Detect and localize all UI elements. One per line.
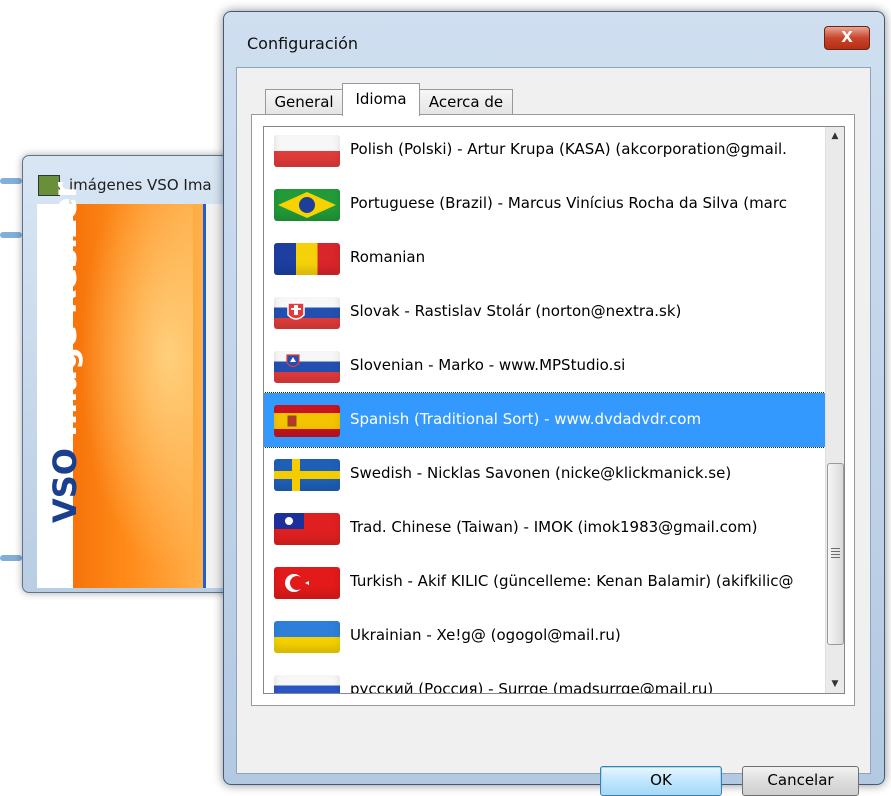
language-label: русский (Россия) - Surrge (madsurrge@mai… <box>350 680 714 694</box>
dialog-client-area: General Idioma Acerca de Polish (Polski)… <box>236 67 871 796</box>
dialog-title: Configuración <box>247 34 359 53</box>
scrollbar-thumb[interactable] <box>827 463 844 645</box>
grip-icon <box>831 548 840 558</box>
list-item[interactable]: Turkish - Akif KILIC (güncelleme: Kenan … <box>264 555 825 609</box>
configuration-dialog: Configuración X General Idioma Acerca de… <box>223 11 885 796</box>
romania-flag-icon <box>274 243 340 275</box>
language-label: Ukrainian - Xe!g@ (ogogol@mail.ru) <box>350 626 621 644</box>
language-list[interactable]: Polish (Polski) - Artur Krupa (KASA) (ak… <box>263 126 845 694</box>
list-item-selected[interactable]: Spanish (Traditional Sort) - www.dvdadvd… <box>264 392 826 448</box>
russia-flag-icon <box>274 675 340 693</box>
close-icon: X <box>841 28 853 46</box>
language-label: Slovak - Rastislav Stolár (norton@nextra… <box>350 302 682 320</box>
list-item[interactable]: Portuguese (Brazil) - Marcus Vinícius Ro… <box>264 177 825 231</box>
language-tab-panel: Polish (Polski) - Artur Krupa (KASA) (ak… <box>251 114 855 706</box>
list-item[interactable]: Slovak - Rastislav Stolár (norton@nextra… <box>264 285 825 339</box>
list-item[interactable]: Romanian <box>264 231 825 285</box>
language-label: Trad. Chinese (Taiwan) - IMOK (imok1983@… <box>350 518 758 536</box>
turkey-flag-icon <box>274 567 340 599</box>
scroll-down-icon[interactable]: ▼ <box>826 675 844 693</box>
banner-logo-text: VSO Image Resizer <box>46 182 84 523</box>
background-window-title: imágenes VSO Ima <box>69 176 212 194</box>
list-item[interactable]: русский (Россия) - Surrge (madsurrge@mai… <box>264 663 825 694</box>
scroll-up-icon[interactable]: ▲ <box>826 127 844 145</box>
cancel-button[interactable]: Cancelar <box>742 766 859 796</box>
language-label: Romanian <box>350 248 426 266</box>
ok-button[interactable]: OK <box>600 766 722 796</box>
language-label: Polish (Polski) - Artur Krupa (KASA) (ak… <box>350 140 787 158</box>
ukraine-flag-icon <box>274 621 340 653</box>
tab-acerca-de[interactable]: Acerca de <box>419 89 513 115</box>
taiwan-flag-icon <box>274 513 340 545</box>
decorative-swoosh <box>0 232 22 238</box>
vertical-scrollbar[interactable]: ▲ ▼ <box>825 127 844 693</box>
banner-product: Image Resizer <box>46 181 84 437</box>
list-item[interactable]: Swedish - Nicklas Savonen (nicke@klickma… <box>264 447 825 501</box>
tab-idioma[interactable]: Idioma <box>342 83 420 116</box>
list-item[interactable]: Ukrainian - Xe!g@ (ogogol@mail.ru) <box>264 609 825 663</box>
banner-brand: VSO <box>46 447 84 523</box>
decorative-swoosh <box>0 178 22 184</box>
language-label: Spanish (Traditional Sort) - www.dvdadvd… <box>350 410 702 428</box>
list-item[interactable]: Trad. Chinese (Taiwan) - IMOK (imok1983@… <box>264 501 825 555</box>
language-label: Swedish - Nicklas Savonen (nicke@klickma… <box>350 464 732 482</box>
spain-flag-icon <box>274 405 340 437</box>
list-item[interactable]: Slovenian - Marko - www.MPStudio.si <box>264 339 825 393</box>
language-label: Turkish - Akif KILIC (güncelleme: Kenan … <box>350 572 794 590</box>
close-button[interactable]: X <box>824 26 870 50</box>
brazil-flag-icon <box>274 189 340 221</box>
slovakia-flag-icon <box>274 297 340 329</box>
decorative-swoosh <box>0 555 22 561</box>
background-app-window: imágenes VSO Ima VSO Image Resizer <box>22 155 246 593</box>
sweden-flag-icon <box>274 459 340 491</box>
list-item[interactable]: Polish (Polski) - Artur Krupa (KASA) (ak… <box>264 127 825 177</box>
poland-flag-icon <box>274 135 340 167</box>
tab-general[interactable]: General <box>265 89 343 115</box>
slovenia-flag-icon <box>274 351 340 383</box>
language-label: Portuguese (Brazil) - Marcus Vinícius Ro… <box>350 194 787 212</box>
language-label: Slovenian - Marko - www.MPStudio.si <box>350 356 626 374</box>
